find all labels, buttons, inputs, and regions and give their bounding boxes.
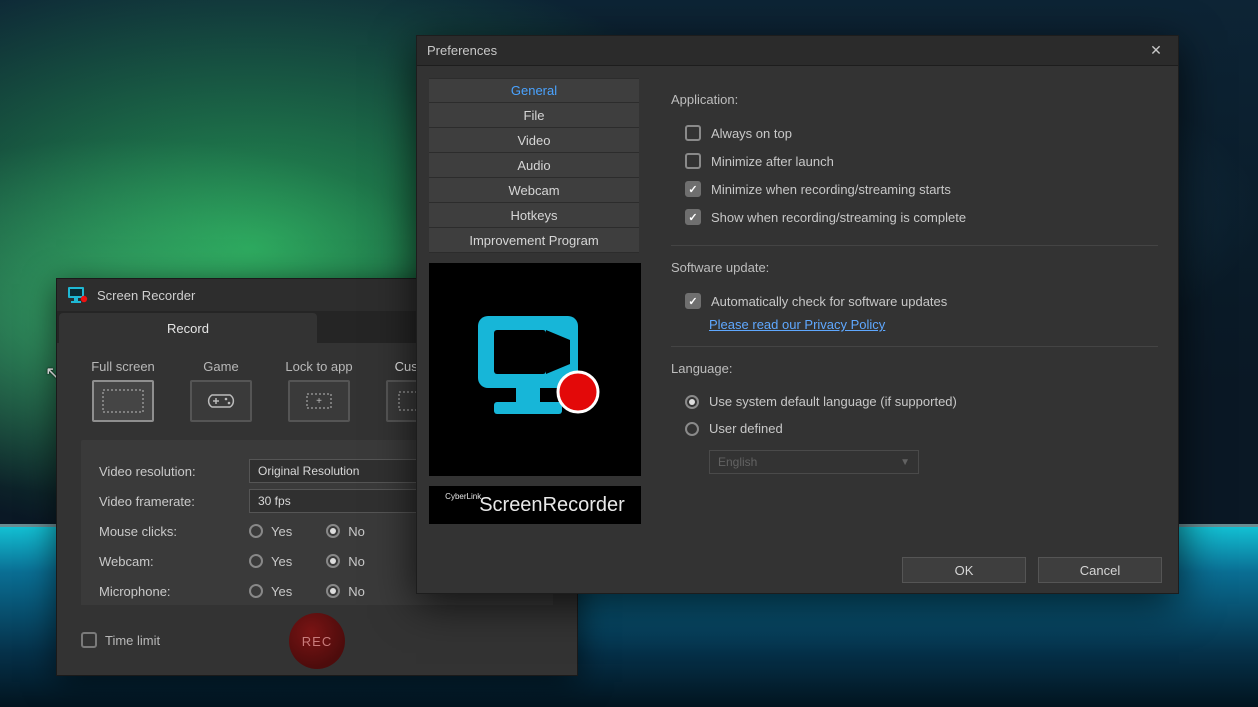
category-webcam[interactable]: Webcam [429,178,639,203]
recorder-footer: Time limit REC [57,605,577,675]
microphone-label: Microphone: [99,584,249,599]
fullscreen-icon [101,388,145,414]
show-when-complete-checkbox[interactable] [685,209,701,225]
language-system-label: Use system default language (if supporte… [709,394,957,409]
minimize-when-recording-label: Minimize when recording/streaming starts [711,182,951,197]
auto-check-updates-label: Automatically check for software updates [711,294,947,309]
brand-logo-panel [429,263,641,476]
preferences-category-column: General File Video Audio Webcam Hotkeys … [417,66,651,547]
recorder-title: Screen Recorder [97,288,195,303]
minimize-when-recording-checkbox[interactable] [685,181,701,197]
mode-lock-label: Lock to app [285,359,352,374]
language-user-defined-radio[interactable] [685,422,699,436]
record-button[interactable]: REC [289,613,345,669]
microphone-yes[interactable]: Yes [249,584,292,599]
webcam-yes[interactable]: Yes [249,554,292,569]
language-select[interactable]: English ▼ [709,450,919,474]
time-limit-label: Time limit [105,633,160,648]
chevron-down-icon: ▼ [900,457,910,468]
recorder-logo-icon [67,286,89,304]
tab-record[interactable]: Record [59,313,317,343]
mode-game-button[interactable] [190,380,252,422]
preferences-titlebar[interactable]: Preferences ✕ [417,36,1178,66]
language-system-radio[interactable] [685,395,699,409]
language-user-defined-label: User defined [709,421,783,436]
minimize-after-launch-checkbox[interactable] [685,153,701,169]
ok-button[interactable]: OK [902,557,1026,583]
category-improvement[interactable]: Improvement Program [429,228,639,253]
preferences-footer: OK Cancel [417,547,1178,593]
microphone-no[interactable]: No [326,584,365,599]
category-hotkeys[interactable]: Hotkeys [429,203,639,228]
category-file[interactable]: File [429,103,639,128]
category-audio[interactable]: Audio [429,153,639,178]
svg-text:+: + [316,396,322,407]
application-header: Application: [671,92,1158,107]
preferences-dialog: Preferences ✕ General File Video Audio W… [416,35,1179,594]
gamepad-icon [204,391,238,411]
mode-lock-button[interactable]: + [288,380,350,422]
webcam-no[interactable]: No [326,554,365,569]
mouseclicks-label: Mouse clicks: [99,524,249,539]
always-on-top-label: Always on top [711,126,792,141]
update-header: Software update: [671,260,1158,275]
privacy-policy-link[interactable]: Please read our Privacy Policy [671,317,885,332]
mode-fullscreen-button[interactable] [92,380,154,422]
category-video[interactable]: Video [429,128,639,153]
webcam-label: Webcam: [99,554,249,569]
mode-game-label: Game [203,359,238,374]
language-header: Language: [671,361,1158,376]
brand-logo-icon [460,300,610,440]
preferences-title: Preferences [427,43,497,58]
mouseclicks-yes[interactable]: Yes [249,524,292,539]
resolution-label: Video resolution: [99,464,249,479]
divider [671,346,1158,347]
cancel-button[interactable]: Cancel [1038,557,1162,583]
brand-name-panel: CyberLink ScreenRecorder [429,486,641,524]
minimize-after-launch-label: Minimize after launch [711,154,834,169]
framerate-label: Video framerate: [99,494,249,509]
category-general[interactable]: General [429,78,639,103]
close-icon[interactable]: ✕ [1144,42,1168,59]
show-when-complete-label: Show when recording/streaming is complet… [711,210,966,225]
time-limit-checkbox[interactable] [81,632,97,648]
mouseclicks-no[interactable]: No [326,524,365,539]
preferences-content: Application: Always on top Minimize afte… [651,66,1178,547]
divider [671,245,1158,246]
mode-fullscreen-label: Full screen [91,359,155,374]
lock-app-icon: + [297,388,341,414]
always-on-top-checkbox[interactable] [685,125,701,141]
auto-check-updates-checkbox[interactable] [685,293,701,309]
